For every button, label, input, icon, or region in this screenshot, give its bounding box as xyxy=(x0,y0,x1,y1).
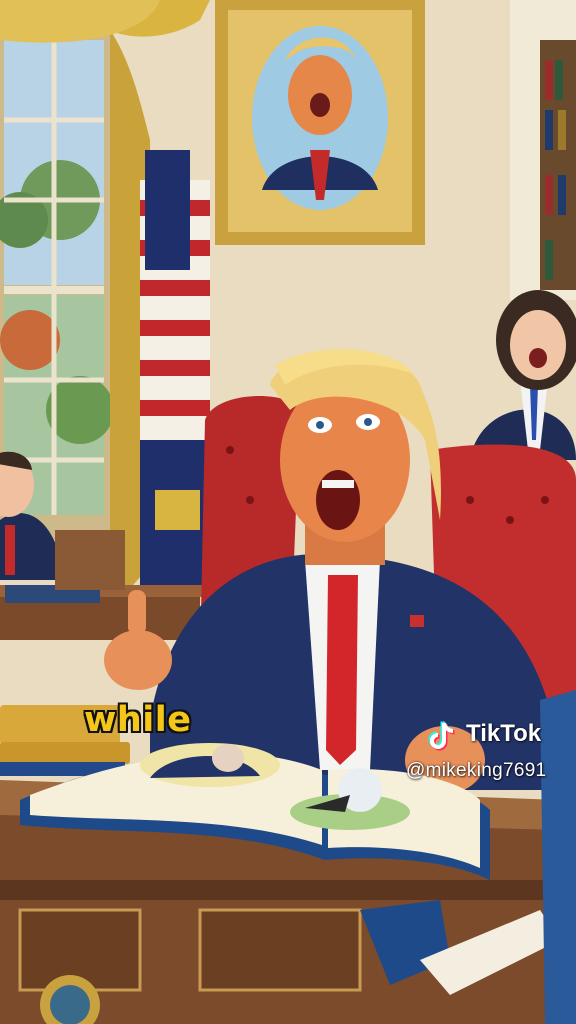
bookcase xyxy=(510,0,576,300)
portrait-painting xyxy=(215,0,425,245)
cartoon-illustration xyxy=(0,0,576,1024)
tiktok-brand-name: TikTok xyxy=(466,720,542,747)
caption-text: while xyxy=(84,700,192,740)
us-flag xyxy=(140,150,210,590)
creator-handle: @mikeking7691 xyxy=(406,760,547,781)
tiktok-note-icon xyxy=(428,720,455,751)
video-frame: while TikTok @mikeking7691 xyxy=(0,0,576,1024)
tiktok-watermark: TikTok xyxy=(424,718,564,754)
